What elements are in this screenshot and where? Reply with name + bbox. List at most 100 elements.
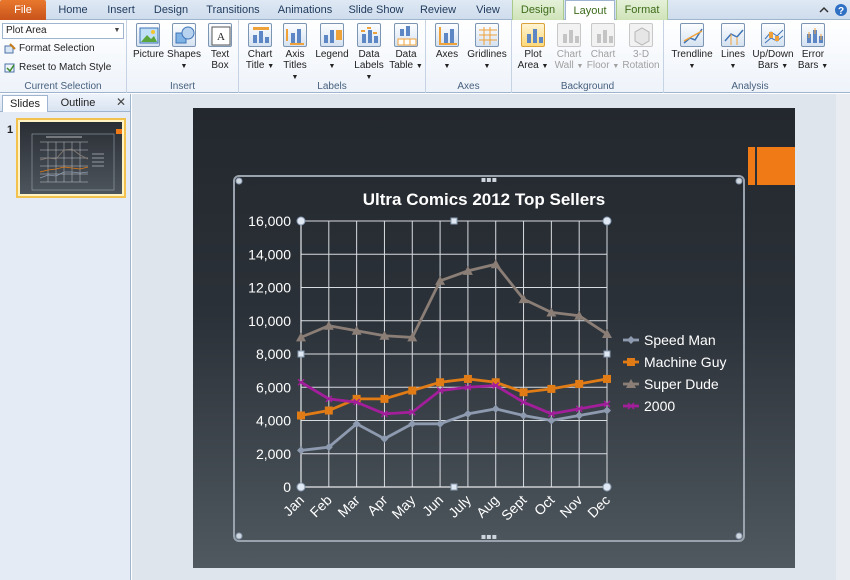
x-tick-label: May <box>388 492 418 522</box>
shapes-button[interactable]: Shapes ▼ <box>167 23 201 72</box>
chart-wall-button[interactable]: Chart Wall ▼ <box>552 23 586 72</box>
slide-thumbnail[interactable] <box>16 118 126 198</box>
picture-label: Picture <box>133 49 165 60</box>
legend-button[interactable]: Legend ▼ <box>315 23 349 72</box>
resize-handle <box>296 482 306 492</box>
error-bars-button[interactable]: Error Bars ▼ <box>796 23 830 72</box>
slide-thumbnail-preview <box>20 122 122 194</box>
data-labels-label: Data Labels ▼ <box>354 49 384 81</box>
tab-view[interactable]: View <box>466 0 510 20</box>
tab-file[interactable]: File <box>0 0 46 20</box>
chart-frame-handle: ▪▪▪ <box>481 177 497 184</box>
y-tick-label: 2,000 <box>256 446 291 462</box>
picture-button[interactable]: Picture <box>133 23 165 60</box>
tab-outline[interactable]: Outline <box>52 95 104 112</box>
gridlines-button[interactable]: Gridlines ▼ <box>466 23 508 72</box>
lines-button[interactable]: Lines ▼ <box>716 23 750 72</box>
slide-canvas[interactable]: Ultra Comics 2012 Top Sellers 0 2,000 4,000… <box>193 108 795 568</box>
3d-rotation-button[interactable]: 3-D Rotation <box>620 23 662 71</box>
x-tick-label: Sept <box>498 492 530 524</box>
text-box-label: Text Box <box>210 49 230 71</box>
x-tick-label: Oct <box>531 492 558 519</box>
format-selection-button[interactable]: Format Selection <box>4 41 95 57</box>
chart-floor-button[interactable]: Chart Floor ▼ <box>586 23 620 72</box>
axis-titles-button[interactable]: Axis Titles ▼ <box>279 23 311 83</box>
series-line <box>300 262 608 339</box>
resize-handle <box>602 482 612 492</box>
text-box-button[interactable]: A Text Box <box>205 23 235 71</box>
help-icon[interactable]: ? <box>834 3 848 17</box>
reset-style-icon <box>4 63 15 73</box>
data-point <box>436 378 445 387</box>
tab-home[interactable]: Home <box>50 0 96 20</box>
data-table-icon <box>394 23 418 47</box>
data-point <box>519 411 528 420</box>
tab-animations[interactable]: Animations <box>270 0 340 20</box>
resize-handle <box>297 350 305 358</box>
data-labels-button[interactable]: Data Labels ▼ <box>352 23 386 83</box>
axis-titles-label: Axis Titles ▼ <box>283 49 307 81</box>
data-point <box>547 384 556 393</box>
resize-handle <box>603 350 611 358</box>
data-point <box>380 394 389 403</box>
gridlines-label: Gridlines ▼ <box>467 49 507 70</box>
up-down-bars-button[interactable]: Up/Down Bars ▼ <box>752 23 794 72</box>
plot-area-button[interactable]: Plot Area ▼ <box>516 23 550 72</box>
reset-to-match-style-button[interactable]: Reset to Match Style <box>4 60 111 76</box>
group-background: Plot Area ▼ Chart Wall ▼ Chart Floor ▼ 3-D R… <box>512 20 664 93</box>
chart-title-icon <box>248 23 272 47</box>
data-point <box>575 411 584 420</box>
plot-area-icon <box>521 23 545 47</box>
tab-transitions[interactable]: Transitions <box>198 0 268 20</box>
shapes-label: Shapes ▼ <box>167 49 201 70</box>
legend-label: Machine Guy <box>644 354 726 370</box>
slides-pane-tabs: Slides Outline ✕ <box>0 94 130 112</box>
chart-object[interactable]: Ultra Comics 2012 Top Sellers 0 2,000 4,000… <box>233 175 745 542</box>
y-tick-label: 14,000 <box>248 246 291 262</box>
chart-frame-handle <box>735 177 743 185</box>
tab-design[interactable]: Design <box>146 0 196 20</box>
tab-review[interactable]: Review <box>412 0 464 20</box>
chart-frame-handle <box>235 177 243 185</box>
axis-titles-icon <box>283 23 307 47</box>
data-point <box>463 409 472 418</box>
minimize-ribbon-icon[interactable] <box>818 4 830 16</box>
axes-button[interactable]: Axes ▼ <box>432 23 462 72</box>
tab-slides[interactable]: Slides <box>2 95 48 112</box>
trendline-button[interactable]: Trendline ▼ <box>668 23 716 72</box>
data-table-label: Data Table ▼ <box>389 49 423 71</box>
reset-to-match-style-label: Reset to Match Style <box>19 62 112 73</box>
data-point <box>408 386 417 395</box>
group-label-background: Background <box>560 81 615 92</box>
data-point <box>463 374 472 383</box>
slides-pane: Slides Outline ✕ 1 <box>0 94 131 580</box>
x-tick-label: Feb <box>307 492 336 521</box>
chart-title: Ultra Comics 2012 Top Sellers <box>363 190 606 209</box>
accent-divider <box>755 147 757 185</box>
group-analysis: Trendline ▼ Lines ▼ Up/Down Bars ▼ Error Bar… <box>664 20 836 93</box>
vertical-scrollbar[interactable] <box>836 94 850 580</box>
error-bars-label: Error Bars ▼ <box>797 49 829 71</box>
series-line <box>300 407 608 452</box>
data-point <box>627 358 635 366</box>
chevron-down-icon[interactable]: ▼ <box>111 24 123 38</box>
data-table-button[interactable]: Data Table ▼ <box>389 23 423 72</box>
chart-title-button[interactable]: Chart Title ▼ <box>244 23 276 72</box>
tab-chart-format[interactable]: Format <box>616 0 668 20</box>
tab-chart-layout[interactable]: Layout <box>565 0 615 21</box>
close-pane-icon[interactable]: ✕ <box>116 95 126 109</box>
chart-title-label: Chart Title ▼ <box>245 49 275 71</box>
data-labels-icon <box>357 23 381 47</box>
y-tick-label: 4,000 <box>256 413 291 429</box>
x-tick-label: Nov <box>556 492 585 521</box>
up-down-bars-icon <box>761 23 785 47</box>
y-tick-label: 10,000 <box>248 313 291 329</box>
tab-slide-show[interactable]: Slide Show <box>342 0 410 20</box>
chart-elements-combo[interactable]: Plot Area ▼ <box>2 23 124 39</box>
tab-chart-design[interactable]: Design <box>512 0 564 20</box>
format-selection-label: Format Selection <box>19 43 95 54</box>
tab-insert[interactable]: Insert <box>98 0 144 20</box>
slide-work-area: Ultra Comics 2012 Top Sellers 0 2,000 4,000… <box>132 94 850 580</box>
line-chart[interactable]: Ultra Comics 2012 Top Sellers 0 2,000 4,000… <box>235 177 743 540</box>
lines-icon <box>721 23 745 47</box>
